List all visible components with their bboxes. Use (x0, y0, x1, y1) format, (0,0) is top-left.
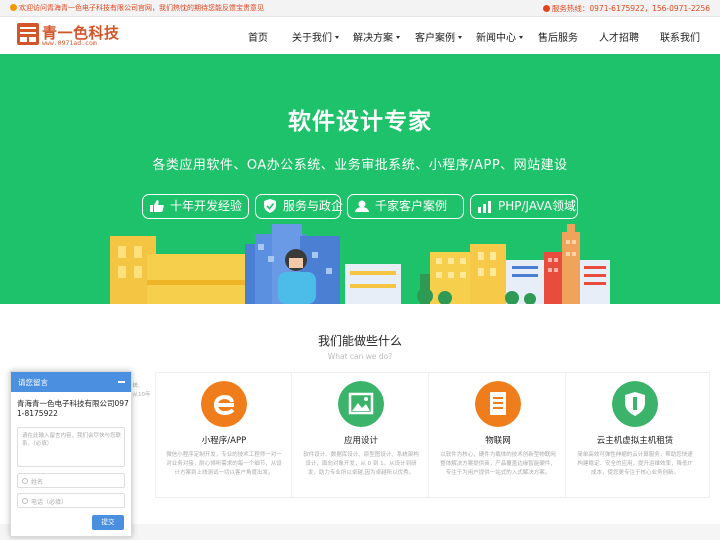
hero-banner: 软件设计专家 各类应用软件、OA办公系统、业务审批系统、小程序/APP、网站建设… (0, 54, 720, 304)
name-placeholder: 姓名 (31, 479, 44, 486)
card-title: 物联网 (485, 436, 511, 446)
user-icon (22, 478, 28, 484)
card-description: 简单高效可弹性伸缩的云计算服务，帮助您快速构建稳定、安全的应用，提升运维效率，降… (577, 452, 693, 476)
message-widget: 请您留言 青海青一色电子科技有限公司0971-8175922 请在此输入留言内容… (10, 371, 132, 537)
chevron-down-icon (396, 36, 400, 39)
shield-icon (612, 381, 658, 427)
nav-about[interactable]: 关于我们 (292, 29, 339, 44)
logo-url: www.0971ad.com (42, 39, 97, 47)
tag-label: 千家客户案例 (375, 199, 448, 213)
section-subtitle: What can we do? (327, 352, 393, 361)
welcome-message: 欢迎访问青海青一色电子科技有限公司官网，我们热忱的期待您能反馈宝贵意见 (10, 3, 264, 13)
textarea-placeholder: 请在此输入留言内容，我们会尽快与您联系。（必填） (22, 433, 122, 447)
phone-icon (542, 5, 550, 12)
hero-tag-tech: PHP/JAVA领域 (470, 194, 578, 219)
hero-title: 软件设计专家 (288, 109, 432, 135)
nav-after-sales[interactable]: 售后服务 (538, 29, 578, 44)
nav-news[interactable]: 新闻中心 (476, 29, 523, 44)
card-description: 软件设计、数据库设计、原型图设计、系统架构设计，面向对象开发，从 0 到 1，从… (303, 452, 419, 476)
minimize-icon[interactable] (118, 381, 125, 383)
service-card-app-design[interactable]: 应用设计 软件设计、数据库设计、原型图设计、系统架构设计，面向对象开发，从 0 … (293, 373, 429, 497)
tag-label: 十年开发经验 (170, 199, 243, 213)
service-card-miniprogram[interactable]: 小程序/APP 微信小程序定制开发，专业的技术工程师一对一对业务对接，耐心倾听需… (156, 373, 292, 497)
tag-label: PHP/JAVA领域 (498, 199, 576, 213)
image-icon (338, 381, 384, 427)
chevron-down-icon (458, 36, 462, 39)
hero-tag-cases: 千家客户案例 (347, 194, 464, 219)
service-cards: 小程序/APP 微信小程序定制开发，专业的技术工程师一对一对业务对接，耐心倾听需… (155, 372, 710, 498)
nav-contact[interactable]: 联系我们 (660, 29, 700, 44)
nav-careers[interactable]: 人才招聘 (599, 29, 639, 44)
nav-solutions[interactable]: 解决方案 (353, 29, 400, 44)
nav-cases[interactable]: 客户案例 (415, 29, 462, 44)
company-contact: 青海青一色电子科技有限公司0971-8175922 (17, 399, 129, 418)
card-title: 应用设计 (343, 436, 378, 446)
name-field[interactable]: 姓名 (17, 473, 125, 488)
chevron-down-icon (335, 36, 339, 39)
card-title: 小程序/APP (201, 436, 247, 446)
hero-subtitle: 各类应用软件、OA办公系统、业务审批系统、小程序/APP、网站建设 (152, 158, 568, 173)
nav-label: 联系我们 (660, 33, 700, 44)
message-widget-header[interactable]: 请您留言 (11, 372, 131, 392)
card-title: 云主机虚拟主机租赁 (596, 436, 674, 446)
city-skyline-illustration (110, 224, 610, 304)
nav-label: 首页 (248, 33, 268, 44)
service-card-iot[interactable]: 物联网 以软件为核心，硬件为载体的技术创新型物联网整体解决方案提供商，产品覆盖边… (430, 373, 566, 497)
user-group-icon (355, 200, 369, 212)
phone-placeholder: 电话（必填） (31, 499, 68, 506)
nav-label: 新闻中心 (476, 33, 516, 44)
nav-label: 人才招聘 (599, 33, 639, 44)
service-card-cloud-hosting[interactable]: 云主机虚拟主机租赁 简单高效可弹性伸缩的云计算服务，帮助您快速构建稳定、安全的应… (567, 373, 703, 497)
hotline-text: 服务热线：0971-6175922，156-0971-2256 (551, 4, 710, 13)
site-header: 青一色科技 www.0971ad.com 首页 关于我们 解决方案 客户案例 新… (0, 17, 720, 54)
shield-check-icon (264, 199, 276, 213)
site-logo[interactable]: 青一色科技 www.0971ad.com (17, 23, 119, 49)
nav-label: 关于我们 (292, 33, 332, 44)
logo-mark-icon (17, 23, 39, 45)
message-textarea[interactable]: 请在此输入留言内容，我们会尽快与您联系。（必填） (17, 427, 125, 467)
document-icon (475, 381, 521, 427)
hero-tag-government: 服务与政企 (255, 194, 344, 219)
thumbs-up-icon (150, 200, 164, 212)
nav-home[interactable]: 首页 (248, 29, 268, 44)
message-widget-title: 请您留言 (18, 378, 48, 387)
nav-label: 售后服务 (538, 33, 578, 44)
card-description: 以软件为核心，硬件为载体的技术创新型物联网整体解决方案提供商，产品覆盖边缘智能硬… (440, 452, 556, 476)
nav-label: 客户案例 (415, 33, 455, 44)
submit-button[interactable]: 提交 (92, 515, 124, 530)
welcome-text: 欢迎访问青海青一色电子科技有限公司官网，我们热忱的期待您能反馈宝贵意见 (19, 4, 264, 12)
card-description: 微信小程序定制开发，专业的技术工程师一对一对业务对接，耐心倾听需求的每一个细节，… (166, 452, 282, 476)
bar-chart-icon (478, 201, 491, 213)
hero-tag-experience: 十年开发经验 (142, 194, 249, 219)
nav-label: 解决方案 (353, 33, 393, 44)
phone-field[interactable]: 电话（必填） (17, 493, 125, 508)
service-hotline: 服务热线：0971-6175922，156-0971-2256 (542, 3, 710, 14)
chevron-down-icon (519, 36, 523, 39)
phone-icon (22, 498, 28, 504)
section-title: 我们能做些什么 (317, 334, 402, 348)
edge-e-icon (201, 381, 247, 427)
info-icon (10, 4, 17, 11)
top-info-bar: 欢迎访问青海青一色电子科技有限公司官网，我们热忱的期待您能反馈宝贵意见 服务热线… (0, 0, 720, 17)
tag-label: 服务与政企 (283, 199, 344, 213)
